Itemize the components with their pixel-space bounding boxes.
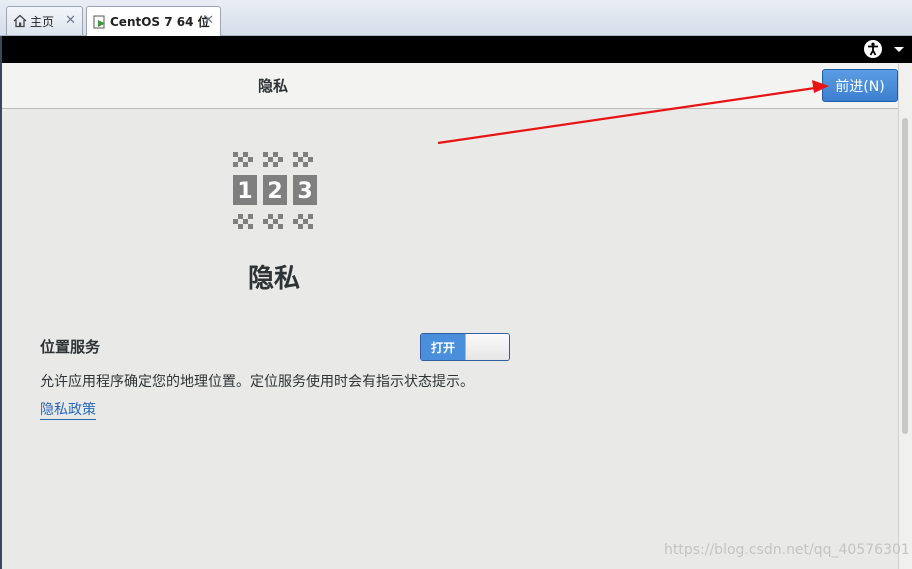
tab-centos[interactable]: CentOS 7 64 位 ✕ (86, 6, 221, 36)
home-icon (13, 14, 27, 28)
logo-digit-1: 1 (237, 179, 252, 204)
logo-digit-2: 2 (267, 179, 282, 204)
section-title: 隐私 (248, 264, 301, 294)
privacy-policy-link[interactable]: 隐私政策 (40, 401, 96, 420)
vm-icon (93, 15, 107, 29)
watermark: https://blog.csdn.net/qq_40576301 (664, 542, 910, 558)
close-icon[interactable]: ✕ (203, 13, 214, 28)
chevron-down-icon[interactable] (894, 47, 904, 52)
location-description: 允许应用程序确定您的地理位置。定位服务使用时会有指示状态提示。 (40, 374, 474, 390)
tab-centos-label: CentOS 7 64 位 (110, 15, 210, 29)
top-bar (2, 36, 912, 63)
toggle-knob[interactable] (465, 334, 509, 360)
location-services-label: 位置服务 (40, 338, 101, 356)
close-icon[interactable]: ✕ (65, 13, 76, 28)
tab-home-label: 主页 (30, 14, 55, 29)
next-button[interactable]: 前进(N) (822, 69, 898, 102)
header-bar: 隐私 (2, 63, 898, 109)
location-services-toggle[interactable]: 打开 (420, 333, 510, 361)
accessibility-icon[interactable] (864, 40, 882, 58)
privacy-123-icon: 1 2 3 (233, 152, 317, 229)
logo-digit-3: 3 (297, 179, 312, 204)
tab-home[interactable]: 主页 ✕ (6, 6, 83, 35)
window-edge (0, 36, 2, 569)
toggle-state-label: 打开 (421, 334, 465, 360)
tab-bar: 主页 ✕ CentOS 7 64 位 ✕ (0, 0, 912, 36)
page-title: 隐私 (258, 77, 289, 95)
scrollbar[interactable] (902, 118, 908, 434)
